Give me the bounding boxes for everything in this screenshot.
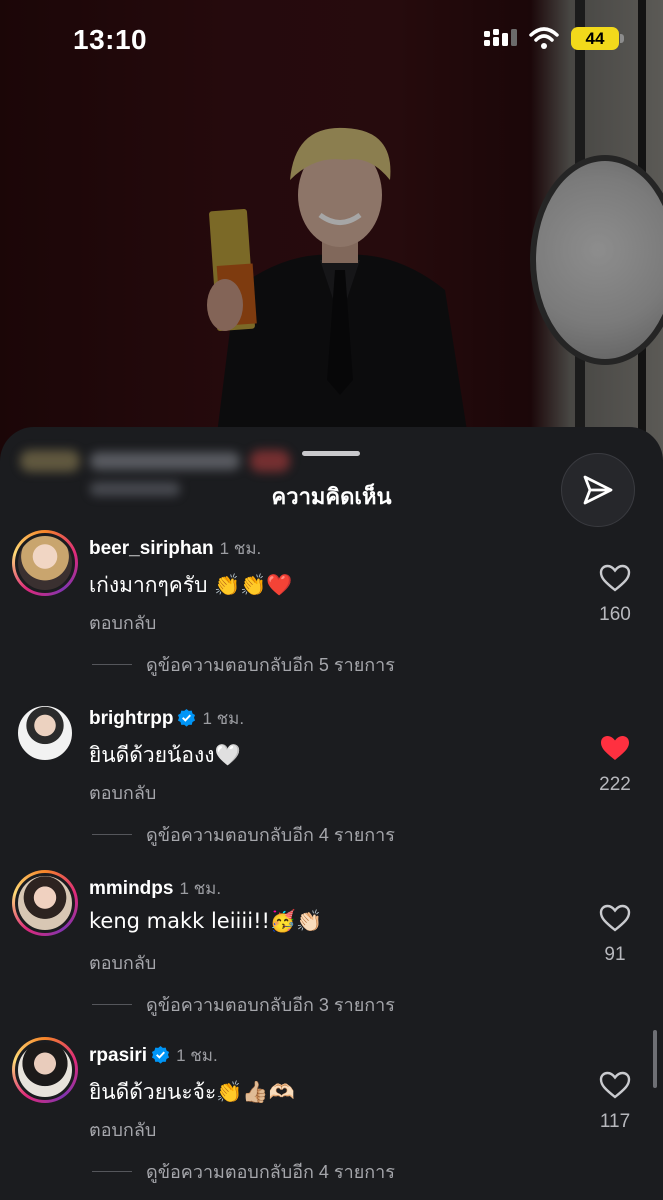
comment-item: brightrpp 1 ชม. ยินดีด้วยน้องง🤍 ตอบกลับ 2…	[0, 700, 663, 860]
sheet-drag-handle[interactable]	[302, 451, 360, 456]
view-replies-label: ดูข้อความตอบกลับอีก 5 รายการ	[146, 655, 395, 675]
comment-time: 1 ชม.	[176, 1046, 218, 1065]
like-count: 160	[599, 604, 631, 625]
comment-username[interactable]: mmindps	[89, 878, 173, 899]
view-replies-button[interactable]: ดูข้อความตอบกลับอีก 5 รายการ	[92, 650, 395, 679]
scrollbar[interactable]	[653, 1030, 657, 1088]
heart-icon[interactable]	[599, 1071, 631, 1099]
reply-button[interactable]: ตอบกลับ	[89, 1115, 156, 1144]
heart-icon[interactable]	[599, 904, 631, 932]
wifi-icon	[529, 27, 559, 49]
reply-button[interactable]: ตอบกลับ	[89, 608, 156, 637]
view-replies-label: ดูข้อความตอบกลับอีก 4 รายการ	[146, 1162, 395, 1182]
avatar[interactable]	[12, 1037, 78, 1103]
like-count: 222	[599, 774, 631, 795]
comment-item: rpasiri 1 ชม. ยินดีด้วยนะจ้ะ👏👍🏼🫶🏻 ตอบกลับ…	[0, 1037, 663, 1197]
heart-filled-icon[interactable]	[599, 734, 631, 762]
divider-line	[92, 1170, 132, 1173]
view-replies-button[interactable]: ดูข้อความตอบกลับอีก 3 รายการ	[92, 990, 395, 1019]
reply-button[interactable]: ตอบกลับ	[89, 948, 156, 977]
view-replies-label: ดูข้อความตอบกลับอีก 3 รายการ	[146, 995, 395, 1015]
comment-item: beer_siriphan 1 ชม. เก่งมากๆครับ 👏👏❤️ ตอบ…	[0, 530, 663, 690]
comment-text: ยินดีด้วยน้องง🤍	[89, 743, 241, 767]
view-replies-button[interactable]: ดูข้อความตอบกลับอีก 4 รายการ	[92, 820, 395, 849]
avatar[interactable]	[12, 700, 78, 766]
comment-text: ยินดีด้วยนะจ้ะ👏👍🏼🫶🏻	[89, 1080, 295, 1104]
comment-username[interactable]: rpasiri	[89, 1045, 147, 1066]
comment-time: 1 ชม.	[202, 709, 245, 728]
cellular-signal-icon	[484, 29, 517, 46]
paper-plane-icon	[583, 475, 613, 505]
divider-line	[92, 663, 132, 666]
avatar[interactable]	[12, 870, 78, 936]
share-button[interactable]	[561, 453, 635, 527]
like-count: 117	[599, 1111, 631, 1132]
like-count: 91	[604, 944, 626, 965]
status-bar: 13:10 44	[0, 0, 663, 78]
comment-item: mmindps 1 ชม. keng makk leiiii!!🥳👏🏻 ตอบกล…	[0, 870, 663, 1030]
comment-username[interactable]: brightrpp	[89, 708, 173, 729]
battery-tip	[620, 34, 624, 43]
divider-line	[92, 1003, 132, 1006]
view-replies-label: ดูข้อความตอบกลับอีก 4 รายการ	[146, 825, 395, 845]
comment-username[interactable]: beer_siriphan	[89, 538, 214, 559]
avatar[interactable]	[12, 530, 78, 596]
divider-line	[92, 833, 132, 836]
comment-time: 1 ชม.	[219, 539, 262, 558]
battery-indicator: 44	[571, 27, 619, 50]
view-replies-button[interactable]: ดูข้อความตอบกลับอีก 4 รายการ	[92, 1157, 395, 1186]
verified-badge-icon	[178, 708, 196, 727]
verified-badge-icon	[152, 1045, 170, 1064]
comment-text: keng makk leiiii!!🥳👏🏻	[89, 909, 323, 933]
comment-text: เก่งมากๆครับ 👏👏❤️	[89, 573, 293, 597]
heart-icon[interactable]	[599, 564, 631, 592]
comment-time: 1 ชม.	[179, 879, 222, 898]
status-time: 13:10	[73, 24, 148, 55]
reply-button[interactable]: ตอบกลับ	[89, 778, 156, 807]
